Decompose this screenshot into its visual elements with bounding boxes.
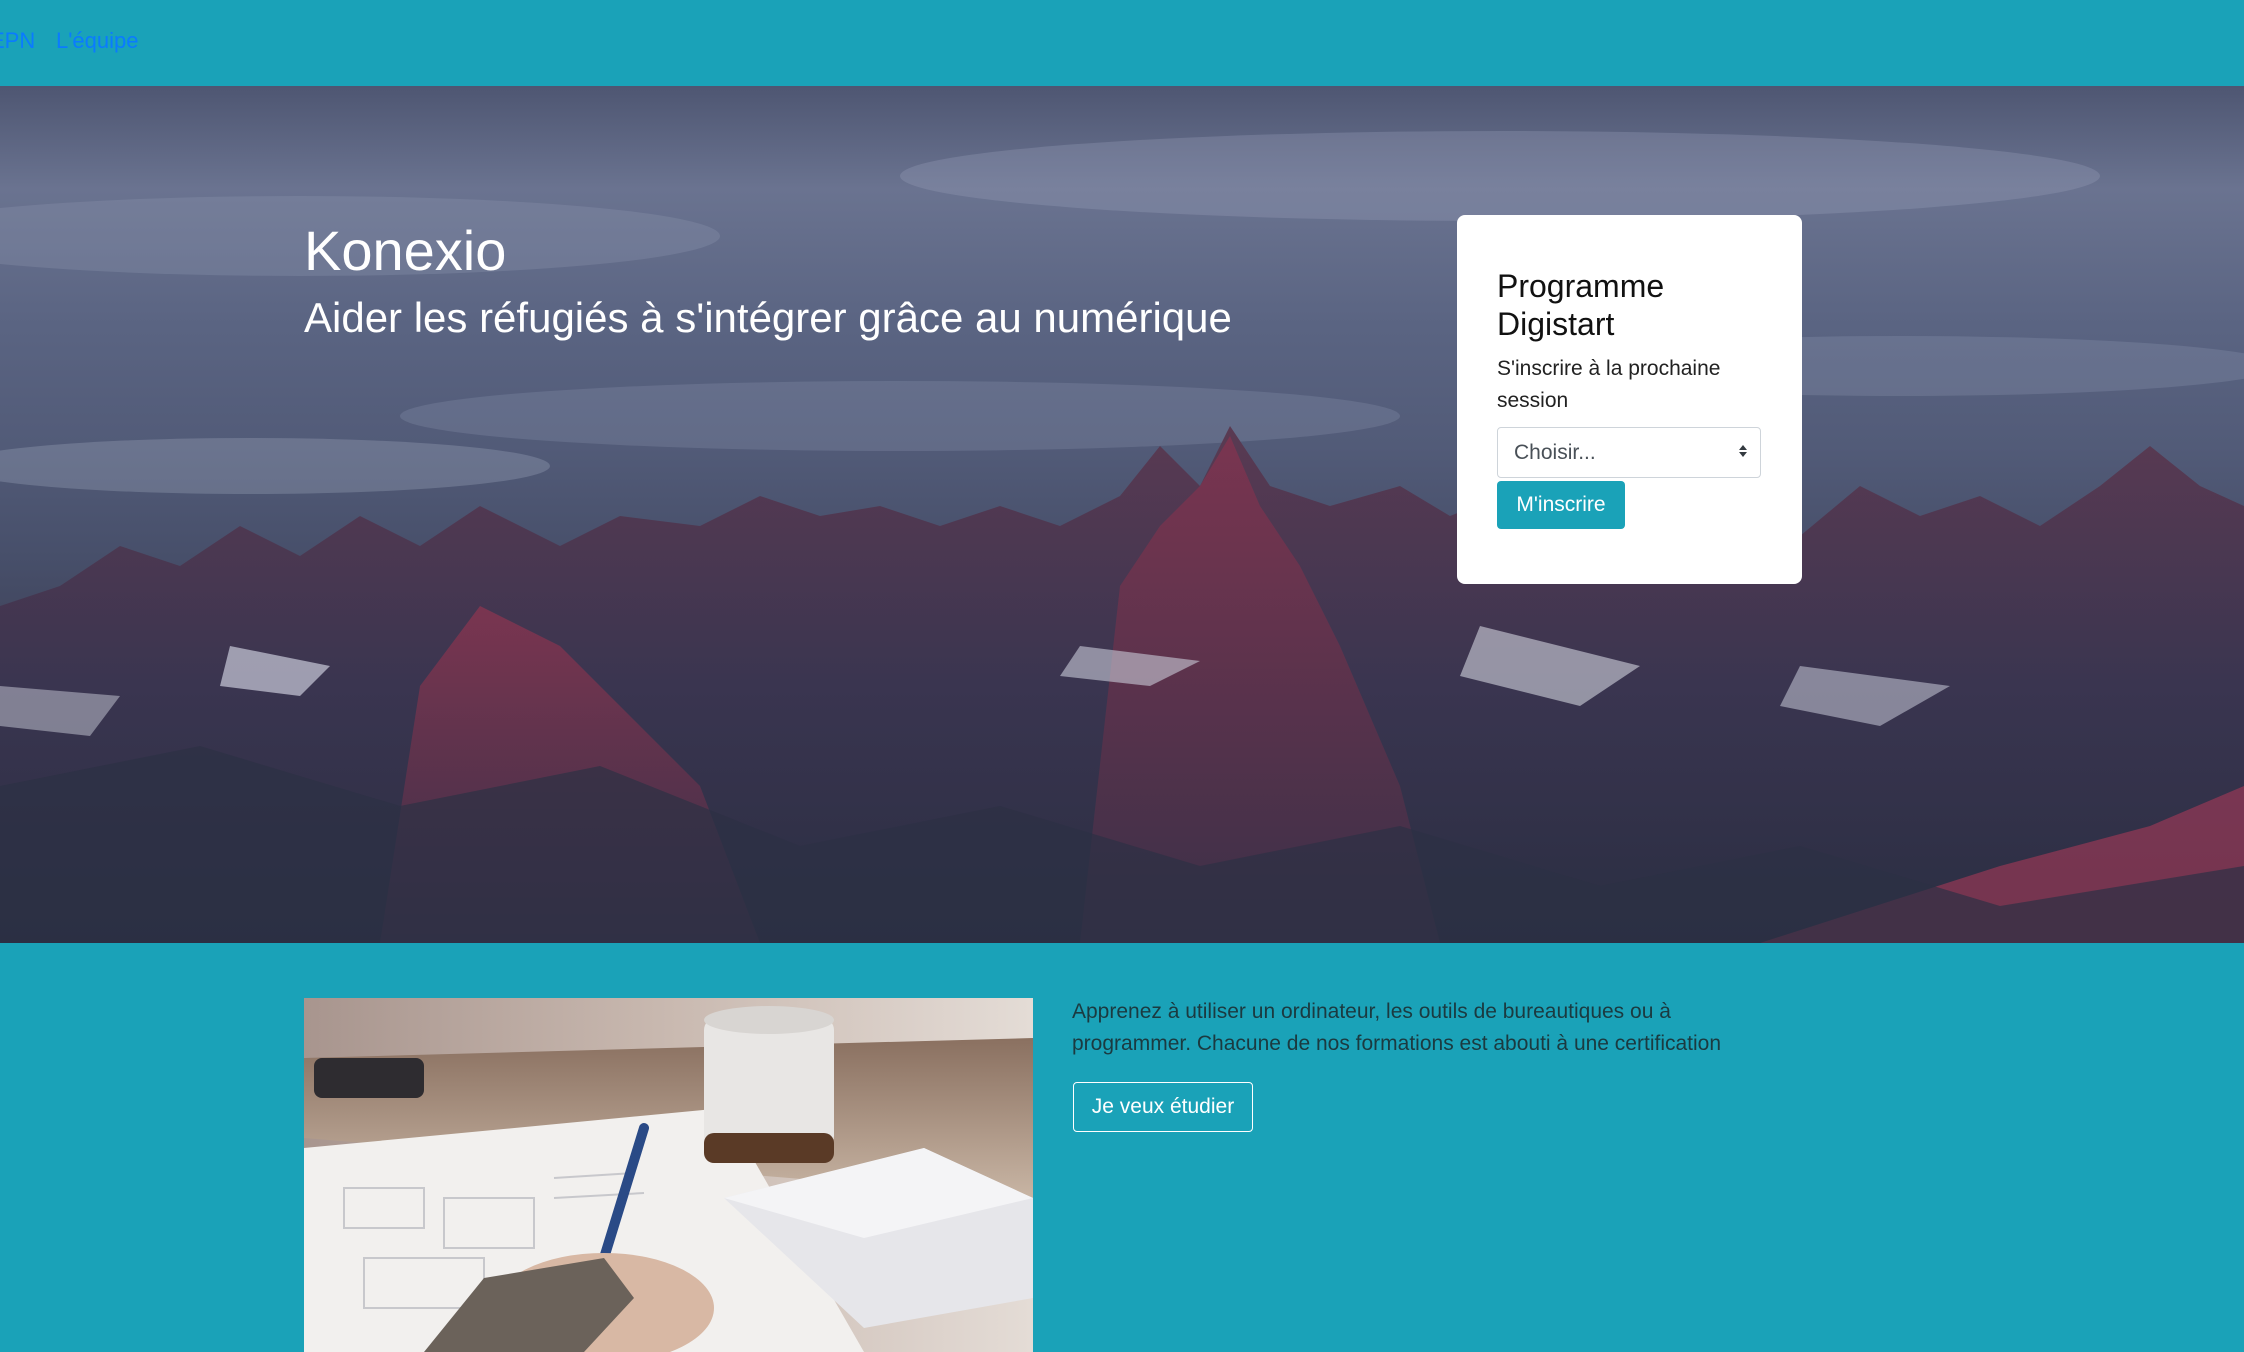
- top-navbar: EPN L'équipe: [0, 0, 2244, 86]
- signup-button[interactable]: M'inscrire: [1497, 481, 1625, 529]
- nav-link-epn[interactable]: EPN: [0, 28, 35, 54]
- hero-subtitle: Aider les réfugiés à s'intégrer grâce au…: [304, 294, 1232, 341]
- session-select[interactable]: Choisir...: [1497, 427, 1761, 478]
- select-arrows-icon: [1739, 445, 1747, 457]
- nav-link-team[interactable]: L'équipe: [56, 28, 139, 54]
- hero-banner: Konexio Aider les réfugiés à s'intégrer …: [0, 86, 2244, 943]
- session-select-value: Choisir...: [1514, 441, 1596, 464]
- study-photo: [304, 998, 1033, 1352]
- desk-writing-image: [304, 998, 1033, 1352]
- mountain-background-image: [0, 131, 2244, 943]
- card-title: Programme Digistart: [1497, 268, 1665, 342]
- signup-card: Programme Digistart S'inscrire à la proc…: [1457, 215, 1802, 584]
- study-button[interactable]: Je veux étudier: [1073, 1082, 1253, 1132]
- study-description: Apprenez à utiliser un ordinateur, les o…: [1072, 1000, 1722, 1055]
- card-text: S'inscrire à la prochaine session: [1497, 357, 1721, 412]
- hero-title: Konexio: [304, 219, 507, 282]
